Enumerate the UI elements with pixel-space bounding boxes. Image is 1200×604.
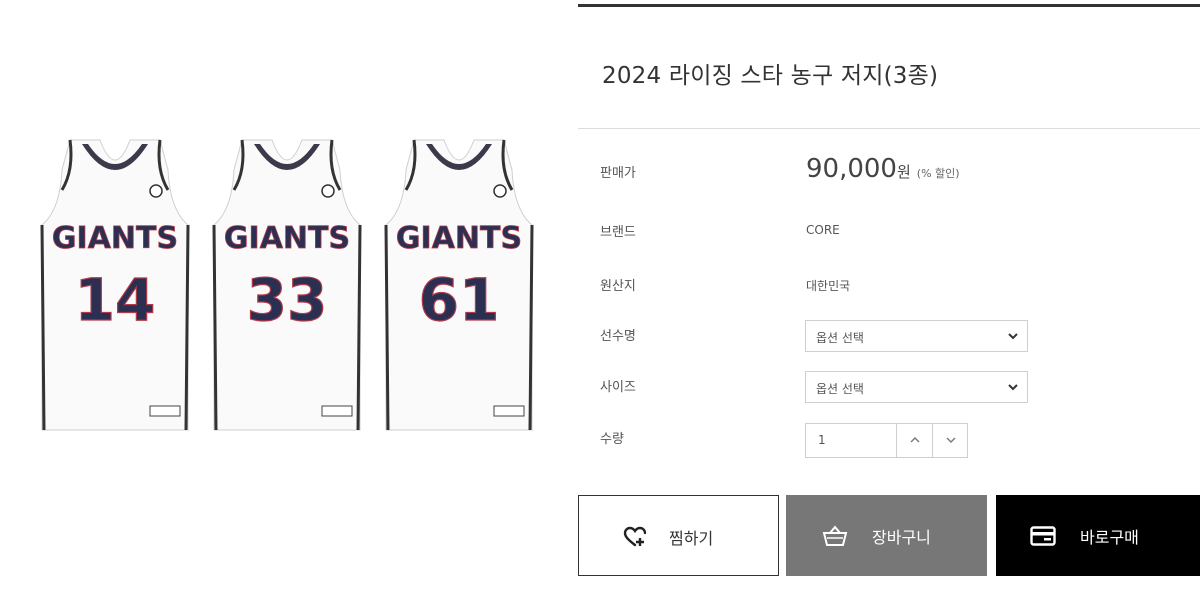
jersey-team-text: GIANTS <box>52 221 178 256</box>
wishlist-label: 찜하기 <box>669 529 714 548</box>
price-label: 판매가 <box>600 166 636 181</box>
wishlist-button[interactable]: 찜하기 <box>578 495 779 576</box>
jersey-number-text: 14 <box>75 266 156 334</box>
player-label: 선수명 <box>600 329 636 344</box>
price-amount: 90,000 <box>806 154 897 184</box>
top-divider <box>578 4 1200 7</box>
quantity-label: 수량 <box>600 432 624 447</box>
brand-label: 브랜드 <box>600 225 636 240</box>
cart-label: 장바구니 <box>872 528 931 547</box>
size-select[interactable]: 옵션 선택 <box>805 371 1028 403</box>
card-icon <box>1030 526 1056 546</box>
buy-now-button[interactable]: 바로구매 <box>996 495 1200 576</box>
size-select-value: 옵션 선택 <box>816 382 864 396</box>
product-title: 2024 라이징 스타 농구 저지(3종) <box>602 63 939 89</box>
chevron-down-icon <box>1008 384 1018 391</box>
jersey-61: GIANTS 61 <box>384 138 534 432</box>
chevron-down-icon <box>1008 333 1018 340</box>
product-image: GIANTS 14 GIANTS 33 GIANTS 61 <box>40 138 534 432</box>
heart-plus-icon <box>623 526 647 547</box>
origin-value: 대한민국 <box>806 279 851 293</box>
player-select-value: 옵션 선택 <box>816 331 864 345</box>
jersey-team-text: GIANTS <box>396 221 522 256</box>
product-detail-panel: 2024 라이징 스타 농구 저지(3종) 판매가 90,000원 (% 할인) … <box>578 0 1200 604</box>
quantity-stepper: 1 <box>805 423 968 458</box>
quantity-input[interactable]: 1 <box>818 433 826 447</box>
player-select[interactable]: 옵션 선택 <box>805 320 1028 352</box>
jersey-33: GIANTS 33 <box>212 138 362 432</box>
quantity-increase-button[interactable] <box>896 424 933 457</box>
discount-text: (% 할인) <box>916 167 960 180</box>
brand-value: CORE <box>806 223 840 237</box>
price-value: 90,000원 (% 할인) <box>806 154 960 184</box>
jersey-14: GIANTS 14 <box>40 138 190 432</box>
chevron-up-icon <box>910 437 920 443</box>
price-unit: 원 <box>896 163 911 181</box>
jersey-number-text: 61 <box>419 266 500 334</box>
add-to-cart-button[interactable]: 장바구니 <box>786 495 987 576</box>
buy-now-label: 바로구매 <box>1080 528 1139 547</box>
jersey-team-text: GIANTS <box>224 221 350 256</box>
size-label: 사이즈 <box>600 380 636 395</box>
basket-icon <box>822 525 848 546</box>
chevron-down-icon <box>946 437 956 443</box>
jersey-number-text: 33 <box>247 266 328 334</box>
origin-label: 원산지 <box>600 279 636 294</box>
title-divider <box>578 128 1200 129</box>
quantity-decrease-button[interactable] <box>932 424 969 457</box>
